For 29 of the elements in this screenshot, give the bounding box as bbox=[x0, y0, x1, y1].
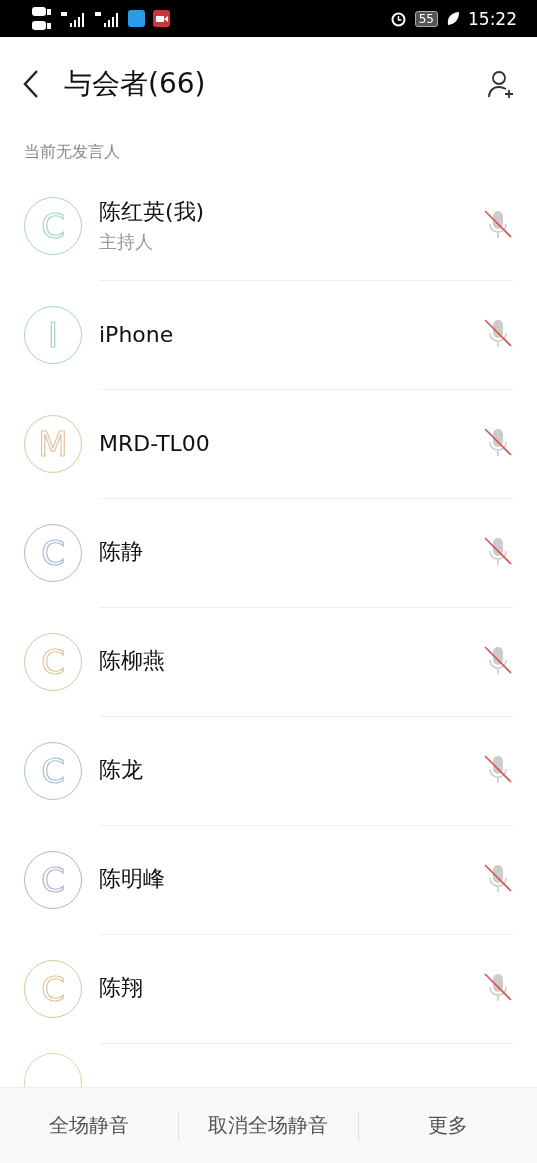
clock-time: 15:22 bbox=[468, 8, 517, 29]
avatar-icon: C bbox=[24, 523, 82, 582]
participant-role: 主持人 bbox=[99, 229, 154, 254]
participant-name: 陈静 bbox=[99, 538, 144, 566]
app-icon bbox=[128, 10, 145, 27]
leaf-icon bbox=[446, 10, 460, 27]
toolbar-button[interactable]: 更多 bbox=[358, 1088, 537, 1163]
participant-name: iPhone bbox=[99, 321, 175, 347]
participant-name: 陈红英(我) bbox=[99, 197, 206, 226]
avatar-icon: I bbox=[24, 305, 82, 364]
video-camera-icon bbox=[153, 10, 170, 27]
participant-name: 陈柳燕 bbox=[99, 647, 166, 675]
participant-name: 陈翔 bbox=[99, 974, 144, 1002]
avatar-icon: C bbox=[24, 632, 82, 691]
participant-name: 陈明峰 bbox=[99, 865, 166, 893]
participant-name: 陈龙 bbox=[99, 756, 144, 784]
avatar-icon: C bbox=[24, 741, 82, 800]
participant-name: MRD-TL00 bbox=[99, 430, 211, 456]
battery-level: 55 bbox=[414, 10, 438, 27]
avatar-icon: C bbox=[24, 959, 82, 1018]
toolbar-button[interactable]: 取消全场静音 bbox=[179, 1088, 358, 1163]
section-label: 当前无发言人 bbox=[23, 141, 121, 163]
alarm-icon bbox=[389, 10, 407, 27]
sim-status-icon bbox=[32, 4, 52, 33]
page-title: 与会者(66) bbox=[64, 66, 207, 102]
avatar-icon: M bbox=[24, 414, 82, 473]
toolbar-button[interactable]: 全场静音 bbox=[0, 1088, 179, 1163]
avatar-icon: C bbox=[24, 196, 82, 255]
avatar-icon: C bbox=[24, 850, 82, 909]
